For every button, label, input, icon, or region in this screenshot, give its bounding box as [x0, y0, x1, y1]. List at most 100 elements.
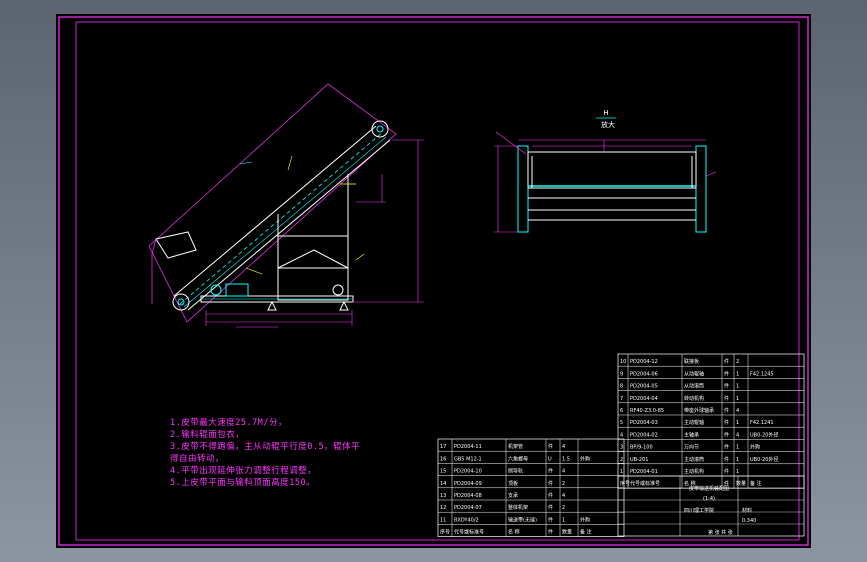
drawing-scale: (1:4) [703, 496, 715, 502]
table-cell: 主动辊轴 [684, 419, 704, 426]
note-line: 得自由转动， [170, 454, 225, 464]
table-cell: 10 [620, 359, 626, 365]
table-cell: F42.1241 [750, 420, 774, 426]
table-cell: 序号 [620, 480, 630, 487]
table-cell: 2 [562, 505, 565, 511]
foot-left [267, 300, 277, 311]
table-cell: UB0-20外径 [750, 431, 778, 438]
table-cell: PD2004-07 [454, 505, 482, 511]
detail-view-h [494, 117, 717, 233]
table-cell: 6 [620, 408, 623, 414]
table-cell: 件 [724, 358, 729, 365]
table-cell: 外购 [580, 455, 590, 462]
tail-pulley-hub [177, 298, 185, 306]
detail-view-mark: H [603, 109, 608, 117]
table-cell: 5 [620, 420, 623, 426]
table-cell: 1 [736, 396, 739, 402]
table-cell: 序号 [440, 529, 450, 536]
table-cell: PD2004-10 [454, 469, 482, 475]
table-cell: UB-201 [630, 457, 648, 463]
table-cell: 1 [736, 457, 739, 463]
table-cell: 3 [620, 445, 623, 451]
note-line: 5.上皮带平面与输料顶面高度150。 [170, 478, 316, 488]
conveyor-main-view [148, 83, 424, 328]
table-cell: GB5 M12-1 [454, 456, 482, 462]
table-cell: 六角螺母 [508, 455, 528, 462]
table-cell: 件 [724, 407, 729, 414]
table-cell: 1 [620, 469, 623, 475]
table-cell: 1 [736, 469, 739, 475]
table-cell: 15 [440, 469, 446, 475]
table-cell: 联接板 [684, 358, 699, 365]
table-cell: 2 [620, 457, 623, 463]
table-cell: 万向节 [684, 444, 699, 451]
table-cell: 名 称 [508, 529, 520, 536]
table-cell: PD2004-08 [454, 493, 482, 499]
table-cell: 件 [548, 492, 553, 499]
table-cell: 1 [736, 384, 739, 390]
table-cell: 输送带(无缝) [508, 516, 537, 523]
table-cell: U [548, 456, 552, 462]
tail-pulley [172, 293, 190, 311]
table-cell: 1.5 [562, 456, 570, 462]
table-cell: PD2004-01 [630, 469, 658, 475]
table-cell: 12 [440, 505, 446, 511]
table-cell: PD2004-11 [454, 444, 482, 450]
mass-value: 0.340 [742, 518, 756, 524]
material-label: 材料 [742, 507, 752, 514]
drive-motor [225, 283, 249, 297]
table-cell: 4 [562, 444, 565, 450]
table-cell: 外购 [750, 444, 760, 451]
table-cell: 带座外球轴承 [684, 407, 714, 414]
table-cell: 件 [724, 444, 729, 451]
school-name: 四川理工学院 [684, 507, 714, 514]
head-pulley-hub [376, 125, 384, 133]
table-cell: 数量 [736, 480, 746, 487]
table-cell: 支承 [508, 492, 518, 499]
table-cell: 9 [620, 371, 623, 377]
table-cell: 2 [562, 481, 565, 487]
table-cell: 外购 [580, 516, 590, 523]
table-cell: 件 [548, 516, 553, 523]
table-cell: 件 [548, 480, 553, 487]
table-cell: 4 [620, 432, 623, 438]
table-cell: 件 [548, 443, 553, 450]
table-cell: 件 [548, 504, 553, 511]
table-cell: 件 [724, 468, 729, 475]
note-line: 1.皮带最大速度25.7M/分， [170, 418, 287, 428]
table-cell: 件 [548, 529, 553, 536]
table-cell: 1 [736, 371, 739, 377]
detail-left-flange [517, 145, 529, 233]
detail-drum [527, 151, 697, 189]
table-cell: 代号或标准号 [454, 529, 484, 536]
table-cell: PD2004-04 [630, 396, 658, 402]
note-line: 3.皮带不得跑偏，主从动辊平行度0.5，辊体平 [170, 442, 361, 452]
detail-view-title: 放大 [601, 120, 615, 129]
table-cell: 1 [736, 445, 739, 451]
table-cell: 数量 [562, 529, 572, 536]
sheet-info: 第 张 共 张 [708, 529, 733, 536]
table-cell: 17 [440, 444, 446, 450]
table-cell: 主动滚筒 [684, 456, 704, 463]
table-cell: 转动机构 [684, 395, 704, 402]
table-cell: 件 [548, 468, 553, 475]
drawing-title: 皮带输送机装配图 [689, 485, 729, 492]
table-cell: 件 [724, 456, 729, 463]
table-cell: F42.1245 [750, 371, 774, 377]
table-cell: 主动机构 [684, 468, 704, 475]
table-cell: 4 [562, 469, 565, 475]
table-cell: 顶板 [508, 480, 518, 487]
table-cell: 件 [724, 370, 729, 377]
foot-right [339, 300, 349, 311]
table-cell: BXDY40/2 [454, 517, 479, 523]
table-cell: 件 [724, 383, 729, 390]
table-cell: 件 [724, 431, 729, 438]
table-cell: PD2004-09 [454, 481, 482, 487]
table-cell: 主轴承 [684, 431, 699, 438]
note-line: 2.输料辊面包衣， [170, 430, 245, 440]
table-cell: 件 [724, 395, 729, 402]
belt-centre-line [179, 131, 384, 305]
table-cell: UB0-20外径 [750, 456, 778, 463]
bom-table-right: 10 PD2004-12 联接板件 29 PD2004-06 从动辊轴件 1 F42.1245… [617, 353, 805, 489]
table-cell: 7 [620, 396, 623, 402]
